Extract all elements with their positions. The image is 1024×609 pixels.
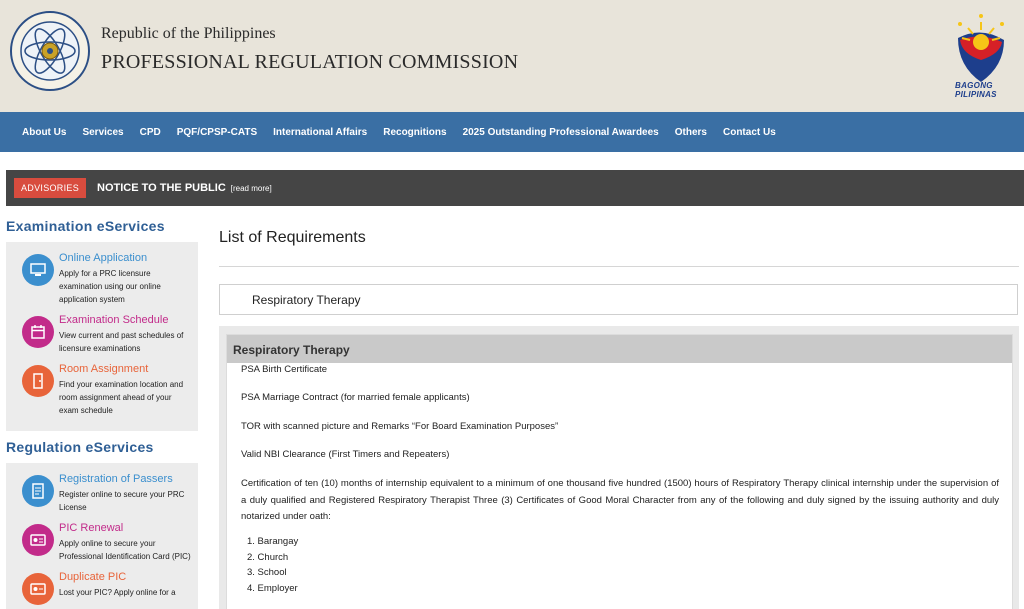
bagong-pilipinas-label: BAGONG PILIPINAS [955,81,997,99]
service-title[interactable]: PIC Renewal [59,522,191,534]
regulation-eservices-panel: Registration of Passers Register online … [6,463,198,609]
service-title[interactable]: Registration of Passers [59,473,191,485]
service-examination-schedule[interactable]: Examination Schedule View current and pa… [22,314,192,355]
header-title-block: Republic of the Philippines PROFESSIONAL… [101,25,518,74]
nav-contact-us[interactable]: Contact Us [723,127,776,138]
issuer-item: 1. Barangay [247,536,299,547]
issuer-list: 1. Barangay 2. Church 3. School 4. Emplo… [247,536,298,599]
exam-eservices-heading: Examination eServices [6,218,165,234]
service-pic-renewal[interactable]: PIC Renewal Apply online to secure your … [22,522,192,563]
computer-icon [22,254,54,286]
page-title: List of Requirements [219,229,366,246]
nav-cpd[interactable]: CPD [140,127,161,138]
issuer-item: 2. Church [247,551,289,563]
service-desc: View current and past schedules of licen… [59,331,184,353]
read-more-link[interactable]: [read more] [231,184,272,193]
service-duplicate-pic[interactable]: Duplicate PIC Lost your PIC? Apply onlin… [22,571,192,605]
issuer-item: 4. Employer [247,583,298,595]
service-title[interactable]: Examination Schedule [59,314,191,326]
profession-select-value: Respiratory Therapy [252,293,361,307]
service-room-assignment[interactable]: Room Assignment Find your examination lo… [22,363,192,417]
service-title[interactable]: Duplicate PIC [59,571,191,583]
advisory-bar: ADVISORIES NOTICE TO THE PUBLIC [read mo… [6,170,1024,206]
profession-select[interactable]: Respiratory Therapy [219,284,1018,315]
requirements-card: Respiratory Therapy PSA Birth Certificat… [226,334,1013,609]
bagong-pilipinas-logo [958,14,1004,82]
calendar-icon [22,316,54,348]
advisories-badge: ADVISORIES [14,178,87,198]
id-card-icon [22,524,54,556]
issuer-item: 3. School [247,567,287,579]
service-title[interactable]: Online Application [59,252,191,264]
requirements-card-header: Respiratory Therapy [227,335,1012,363]
title-divider [219,266,1019,267]
agency-name: PROFESSIONAL REGULATION COMMISSION [101,51,519,73]
advisory-title[interactable]: NOTICE TO THE PUBLIC [97,182,226,194]
nav-outstanding-awardees[interactable]: 2025 Outstanding Professional Awardees [463,127,659,138]
requirement-item: Valid NBI Clearance (First Timers and Re… [241,449,450,460]
nav-recognitions[interactable]: Recognitions [383,127,446,138]
nav-services[interactable]: Services [82,127,123,138]
service-desc: Apply for a PRC licensure examination us… [59,269,161,304]
certification-requirement: Certification of ten (10) months of inte… [241,478,999,522]
service-desc: Find your examination location and room … [59,380,184,415]
nav-about-us[interactable]: About Us [22,127,66,138]
service-online-application[interactable]: Online Application Apply for a PRC licen… [22,252,192,306]
service-registration-of-passers[interactable]: Registration of Passers Register online … [22,473,192,514]
nav-international-affairs[interactable]: International Affairs [273,127,367,138]
requirement-item: PSA Birth Certificate [241,364,328,375]
regulation-eservices-heading: Regulation eServices [6,439,154,455]
requirements-card-title: Respiratory Therapy [233,343,350,357]
main-nav: About Us Services CPD PQF/CPSP-CATS Inte… [0,112,1024,152]
requirement-item: TOR with scanned picture and Remarks “Fo… [241,421,559,432]
requirement-item: PSA Marriage Contract (for married femal… [241,392,470,403]
service-desc: Apply online to secure your Professional… [59,539,191,561]
door-icon [22,365,54,397]
nav-others[interactable]: Others [675,127,707,138]
nav-pqf-cpsp-cats[interactable]: PQF/CPSP-CATS [177,127,257,138]
sidebar: Examination eServices Online Application… [6,218,198,609]
document-icon [22,475,54,507]
service-desc: Lost your PIC? Apply online for a [59,588,176,597]
service-title[interactable]: Room Assignment [59,363,191,375]
prc-seal-logo[interactable] [10,11,90,91]
id-card-copy-icon [22,573,54,605]
republic-label: Republic of the Philippines [101,25,276,42]
exam-eservices-panel: Online Application Apply for a PRC licen… [6,242,198,431]
service-desc: Register online to secure your PRC Licen… [59,490,185,512]
site-header: Republic of the Philippines PROFESSIONAL… [0,0,1024,112]
